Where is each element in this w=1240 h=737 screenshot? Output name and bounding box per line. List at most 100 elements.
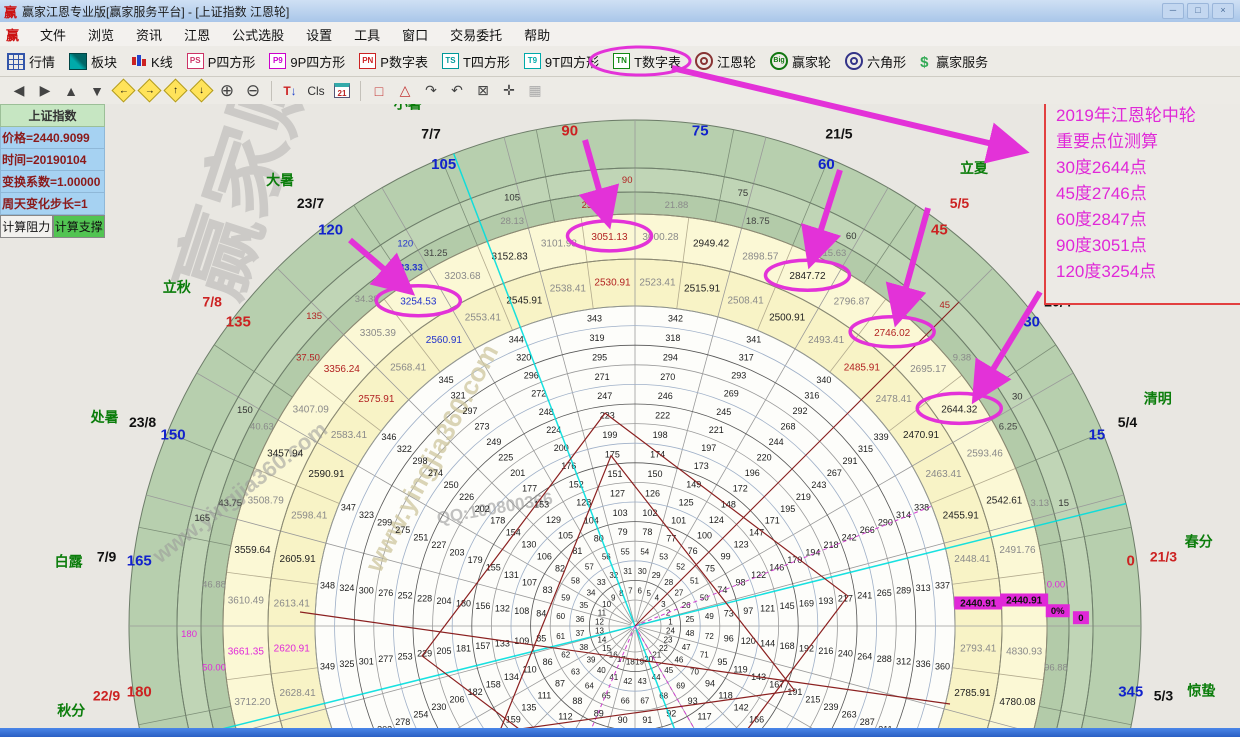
- menu-item-设置[interactable]: 设置: [295, 25, 343, 44]
- svg-text:3: 3: [661, 600, 666, 609]
- instrument-name: 上证指数: [0, 104, 105, 127]
- svg-text:135: 135: [521, 702, 536, 712]
- pan-left-icon[interactable]: ←: [110, 80, 136, 102]
- nav-down-icon[interactable]: ▼: [84, 80, 110, 102]
- svg-text:276: 276: [378, 588, 393, 598]
- center-icon[interactable]: ✛: [496, 80, 522, 102]
- svg-text:9.38: 9.38: [953, 353, 972, 364]
- menu-item-江恩[interactable]: 江恩: [173, 25, 221, 44]
- svg-text:2470.91: 2470.91: [903, 430, 940, 441]
- toolbar-button-9P四方形[interactable]: P99P四方形: [262, 49, 352, 73]
- menu-item-文件[interactable]: 文件: [29, 25, 77, 44]
- svg-text:242: 242: [842, 532, 857, 542]
- annotation-box: 2019年江恩轮中轮重要点位测算30度2644点45度2746点60度2847点…: [1044, 104, 1240, 305]
- delete-box-icon[interactable]: ⊠: [470, 80, 496, 102]
- svg-text:2463.41: 2463.41: [925, 469, 962, 480]
- svg-text:101: 101: [671, 515, 686, 525]
- toolbar-button-T数字表[interactable]: TNT数字表: [606, 49, 688, 73]
- board-icon[interactable]: ▦: [522, 80, 548, 102]
- svg-text:2628.41: 2628.41: [280, 688, 317, 699]
- svg-text:15.63: 15.63: [823, 248, 847, 259]
- parameter-panel: 上证指数 价格=2440.9099时间=20190104变换系数=1.00000…: [0, 104, 105, 238]
- maximize-button[interactable]: □: [1187, 3, 1209, 19]
- svg-text:清明: 清明: [1144, 391, 1172, 407]
- pan-right-icon[interactable]: →: [136, 80, 162, 102]
- draw-square-icon[interactable]: □: [366, 80, 392, 102]
- svg-text:292: 292: [792, 406, 807, 416]
- svg-text:5/5: 5/5: [950, 195, 970, 211]
- toolbar-button-9T四方形[interactable]: T99T四方形: [517, 49, 606, 73]
- svg-text:196: 196: [745, 468, 760, 478]
- toolbar-button-板块[interactable]: 板块: [62, 49, 124, 73]
- svg-text:2568.41: 2568.41: [390, 362, 427, 373]
- svg-text:30: 30: [638, 567, 647, 576]
- svg-text:169: 169: [799, 598, 814, 608]
- pan-down-icon[interactable]: ↓: [188, 80, 214, 102]
- nav-left-icon[interactable]: ◀: [6, 80, 32, 102]
- menu-item-公式选股[interactable]: 公式选股: [221, 25, 295, 44]
- annotation-line-2: 30度2644点: [1056, 155, 1240, 181]
- svg-text:147: 147: [749, 528, 764, 538]
- menu-item-资讯[interactable]: 资讯: [125, 25, 173, 44]
- menu-item-浏览[interactable]: 浏览: [77, 25, 125, 44]
- main-toolbar: 行情板块K线PSP四方形P99P四方形PNP数字表TST四方形T99T四方形TN…: [0, 46, 1240, 77]
- calc-resistance-button[interactable]: 计算阻力: [0, 215, 53, 238]
- svg-text:154: 154: [506, 528, 521, 538]
- svg-text:3152.83: 3152.83: [492, 252, 529, 263]
- svg-text:251: 251: [413, 532, 428, 542]
- menu-item-帮助[interactable]: 帮助: [513, 25, 561, 44]
- measure-icon: T↓: [283, 84, 296, 98]
- svg-text:289: 289: [896, 586, 911, 596]
- toolbar-button-六角形[interactable]: 六角形: [838, 49, 913, 73]
- svg-text:12.50: 12.50: [891, 294, 915, 305]
- svg-text:23: 23: [664, 636, 673, 645]
- svg-text:181: 181: [456, 644, 471, 654]
- menu-item-工具[interactable]: 工具: [343, 25, 391, 44]
- svg-text:88: 88: [572, 696, 582, 706]
- nav-right-icon[interactable]: ▶: [32, 80, 58, 102]
- menu-item-交易委托[interactable]: 交易委托: [439, 25, 513, 44]
- toolbar-button-T四方形[interactable]: TST四方形: [435, 49, 517, 73]
- svg-text:96.88: 96.88: [1044, 662, 1068, 673]
- toolbar-button-行情[interactable]: 行情: [0, 49, 62, 73]
- svg-text:2455.91: 2455.91: [943, 510, 980, 521]
- draw-triangle-icon[interactable]: △: [392, 80, 418, 102]
- toolbar-button-江恩轮[interactable]: 江恩轮: [688, 49, 763, 73]
- svg-text:50.00: 50.00: [202, 662, 226, 673]
- zoom-in-icon[interactable]: ⊕: [214, 80, 240, 102]
- svg-text:2785.91: 2785.91: [954, 688, 991, 699]
- calc-support-button[interactable]: 计算支撑: [53, 215, 106, 238]
- menu-item-窗口[interactable]: 窗口: [391, 25, 439, 44]
- minimize-button[interactable]: ─: [1162, 3, 1184, 19]
- svg-text:48: 48: [685, 629, 694, 638]
- svg-text:37: 37: [576, 629, 585, 638]
- svg-text:277: 277: [378, 654, 393, 664]
- rotate-cw-icon[interactable]: ↷: [418, 80, 444, 102]
- toolbar-button-赢家服务[interactable]: $赢家服务: [913, 49, 995, 73]
- calendar-icon[interactable]: 21: [329, 80, 355, 102]
- pan-up-icon[interactable]: ↑: [162, 80, 188, 102]
- toolbar-button-P数字表[interactable]: PNP数字表: [352, 49, 435, 73]
- svg-text:5/3: 5/3: [1154, 688, 1174, 704]
- svg-text:201: 201: [510, 468, 525, 478]
- svg-text:179: 179: [468, 555, 483, 565]
- measure-icon[interactable]: T↓: [277, 80, 303, 102]
- svg-text:318: 318: [665, 333, 680, 343]
- rotate-ccw-icon[interactable]: ↶: [444, 80, 470, 102]
- svg-text:52: 52: [676, 562, 685, 571]
- svg-text:4830.93: 4830.93: [1006, 647, 1043, 658]
- svg-text:22: 22: [659, 644, 668, 653]
- close-button[interactable]: ×: [1212, 3, 1234, 19]
- clear-button[interactable]: Cls: [303, 80, 329, 102]
- nav-up-icon[interactable]: ▲: [58, 80, 84, 102]
- svg-text:28: 28: [664, 578, 673, 587]
- toolbar-button-K线[interactable]: K线: [124, 49, 180, 73]
- svg-text:221: 221: [709, 425, 724, 435]
- zoom-out-icon[interactable]: ⊖: [240, 80, 266, 102]
- toolbar-button-赢家轮[interactable]: Big赢家轮: [763, 49, 838, 73]
- toolbar-button-P四方形[interactable]: PSP四方形: [180, 49, 263, 73]
- svg-text:2598.41: 2598.41: [291, 510, 328, 521]
- svg-text:6: 6: [637, 587, 642, 596]
- svg-text:230: 230: [431, 702, 446, 712]
- svg-text:处暑: 处暑: [90, 409, 119, 425]
